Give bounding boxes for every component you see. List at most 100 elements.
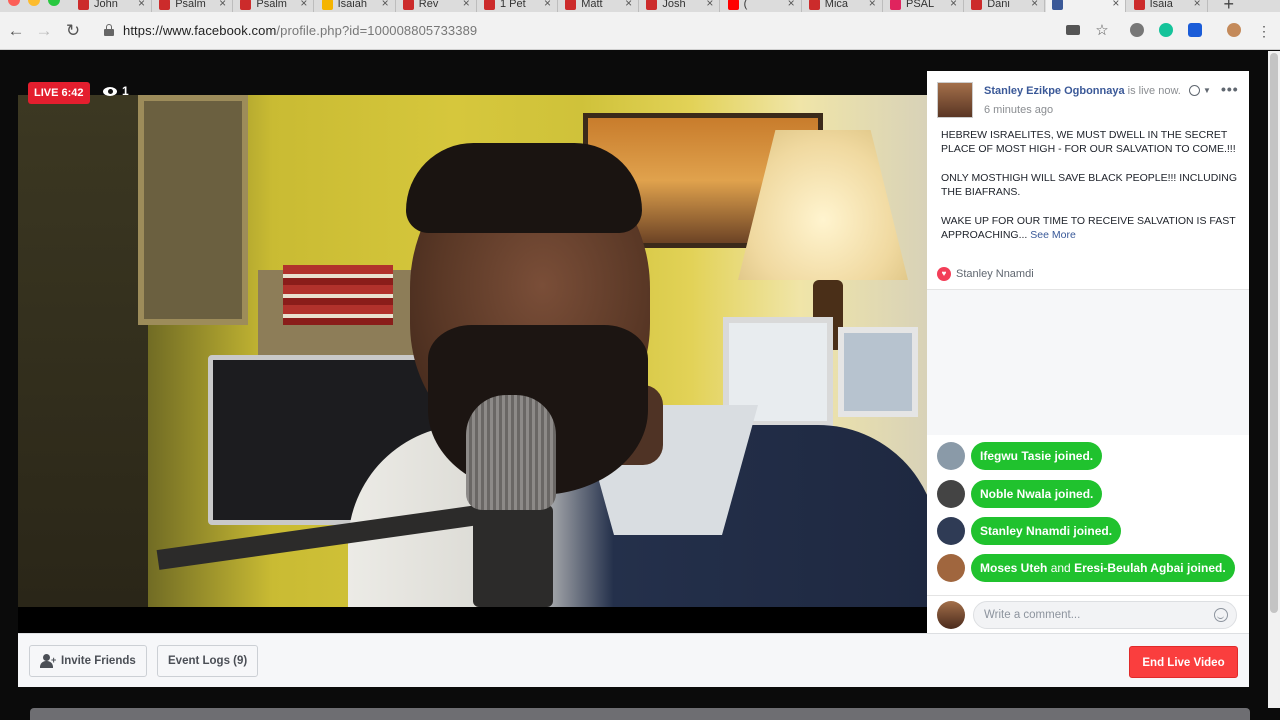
close-tab-icon[interactable]: × (1194, 0, 1201, 10)
tab-title: John (94, 0, 118, 10)
close-tab-icon[interactable]: × (950, 0, 957, 10)
url-base: https://www.facebook.com (123, 23, 277, 38)
favicon-icon (402, 0, 414, 10)
video-letterbox (18, 607, 927, 633)
new-tab-button[interactable]: + (1223, 0, 1234, 12)
avatar (937, 601, 965, 629)
browser-tab[interactable]: Matt × (559, 0, 640, 12)
comment-composer (927, 595, 1249, 633)
event-logs-button[interactable]: Event Logs (9) (157, 645, 259, 677)
post-timestamp[interactable]: 6 minutes ago (984, 104, 1053, 116)
favicon-icon (808, 0, 820, 10)
zoom-window-button[interactable] (48, 0, 60, 6)
browser-tab[interactable]: Psalm × (153, 0, 234, 12)
close-tab-icon[interactable]: × (382, 0, 389, 10)
close-tab-icon[interactable]: × (1031, 0, 1038, 10)
live-post: Stanley Ezikpe Ogbonnaya is live now. 6 … (927, 71, 1249, 290)
joined-name[interactable]: Eresi-Beulah Agbai (1074, 561, 1184, 575)
browser-tab[interactable]: John × (72, 0, 152, 12)
see-more-link[interactable]: See More (1030, 229, 1076, 241)
favicon-icon (971, 0, 983, 10)
browser-tab[interactable]: Isaia × (1128, 0, 1208, 12)
grammarly-icon[interactable] (1159, 23, 1173, 37)
comment-box[interactable] (973, 601, 1237, 629)
reaction-row[interactable]: ♥ Stanley Nnamdi (937, 267, 1034, 281)
favicon-icon (1133, 0, 1145, 10)
tab-title: Josh (662, 0, 686, 10)
poster-line: Stanley Ezikpe Ogbonnaya is live now. (984, 85, 1181, 97)
joined-suffix: joined. (1070, 524, 1113, 538)
bookmark-star-icon[interactable]: ☆ (1092, 21, 1112, 41)
tab-title: Mica (824, 0, 849, 10)
back-arrow-icon[interactable]: ← (6, 21, 26, 41)
close-tab-icon[interactable]: × (463, 0, 470, 10)
browser-tab[interactable]: Isaiah × (316, 0, 396, 12)
avatar[interactable] (937, 442, 965, 470)
profile-avatar-icon[interactable] (1227, 23, 1241, 37)
favicon-icon (159, 0, 171, 10)
avatar[interactable] (937, 517, 965, 545)
browser-menu-icon[interactable]: ⋮ (1254, 21, 1274, 41)
minimize-window-button[interactable] (28, 0, 40, 6)
end-live-video-button[interactable]: End Live Video (1129, 646, 1238, 678)
tab-title: Isaiah (337, 0, 367, 10)
close-tab-icon[interactable]: × (788, 0, 795, 10)
close-tab-icon[interactable]: × (1112, 0, 1119, 10)
os-dock (30, 708, 1250, 720)
tab-title: Rev (418, 0, 439, 10)
close-tab-icon[interactable]: × (544, 0, 551, 10)
post-text: HEBREW ISRAELITES, WE MUST DWELL IN THE … (941, 128, 1241, 257)
joined-name[interactable]: Noble Nwala (980, 487, 1051, 501)
joined-name[interactable]: Moses Uteh (980, 561, 1047, 575)
page-scrollbar[interactable] (1268, 51, 1280, 708)
address-bar[interactable]: https://www.facebook.com/profile.php?id=… (123, 23, 477, 38)
browser-tab[interactable]: Psalm × (234, 0, 315, 12)
joined-name[interactable]: Ifegwu Tasie (980, 449, 1051, 463)
extension-shield-icon[interactable] (1188, 23, 1202, 37)
browser-tab[interactable]: (× (722, 0, 802, 12)
tab-title: ( (743, 0, 748, 10)
browser-toolbar: ← → ↻ https://www.facebook.com/profile.p… (0, 12, 1280, 50)
tab-title: Psalm (256, 0, 287, 10)
browser-tab[interactable]: Rev × (397, 0, 477, 12)
live-video-feed[interactable] (18, 95, 927, 607)
poster-name-link[interactable]: Stanley Ezikpe Ogbonnaya (984, 85, 1125, 97)
close-window-button[interactable] (8, 0, 20, 6)
browser-tab[interactable]: Dani × (965, 0, 1046, 12)
comment-input[interactable] (984, 602, 1204, 628)
list-item: Ifegwu Tasie joined. (937, 441, 1103, 471)
joined-connector: and (1047, 561, 1075, 575)
list-item: Moses Uteh and Eresi-Beulah Agbai joined… (937, 553, 1235, 583)
chevron-down-icon[interactable]: ▼ (1203, 86, 1211, 95)
extension-gear-icon[interactable] (1130, 23, 1144, 37)
reload-icon[interactable]: ↻ (63, 21, 83, 41)
joined-name[interactable]: Stanley Nnamdi (980, 524, 1070, 538)
close-tab-icon[interactable]: × (138, 0, 145, 10)
close-tab-icon[interactable]: × (219, 0, 226, 10)
add-person-icon: + (40, 654, 56, 668)
scrollbar-thumb[interactable] (1270, 53, 1278, 613)
reaction-by: Stanley Nnamdi (956, 268, 1034, 280)
more-options-icon[interactable]: ••• (1221, 81, 1239, 97)
favicon-icon (727, 0, 739, 10)
emoji-icon[interactable] (1214, 608, 1228, 622)
browser-tab[interactable]: Josh × (640, 0, 721, 12)
browser-tab[interactable]: PSAL × (884, 0, 964, 12)
globe-icon[interactable] (1189, 85, 1200, 96)
browser-tab[interactable]: × (1046, 0, 1127, 12)
browser-tab[interactable]: Mica × (803, 0, 883, 12)
camera-icon[interactable] (1066, 25, 1080, 35)
close-tab-icon[interactable]: × (706, 0, 713, 10)
tab-title: PSAL (906, 0, 935, 10)
avatar[interactable] (937, 554, 965, 582)
poster-avatar[interactable] (937, 82, 973, 118)
invite-friends-button[interactable]: + Invite Friends (29, 645, 147, 677)
joined-bubble: Ifegwu Tasie joined. (971, 442, 1103, 470)
forward-arrow-icon[interactable]: → (34, 21, 54, 41)
close-tab-icon[interactable]: × (300, 0, 307, 10)
close-tab-icon[interactable]: × (625, 0, 632, 10)
browser-tab[interactable]: 1 Pet × (478, 0, 558, 12)
list-item: Stanley Nnamdi joined. (937, 516, 1122, 546)
avatar[interactable] (937, 480, 965, 508)
close-tab-icon[interactable]: × (869, 0, 876, 10)
